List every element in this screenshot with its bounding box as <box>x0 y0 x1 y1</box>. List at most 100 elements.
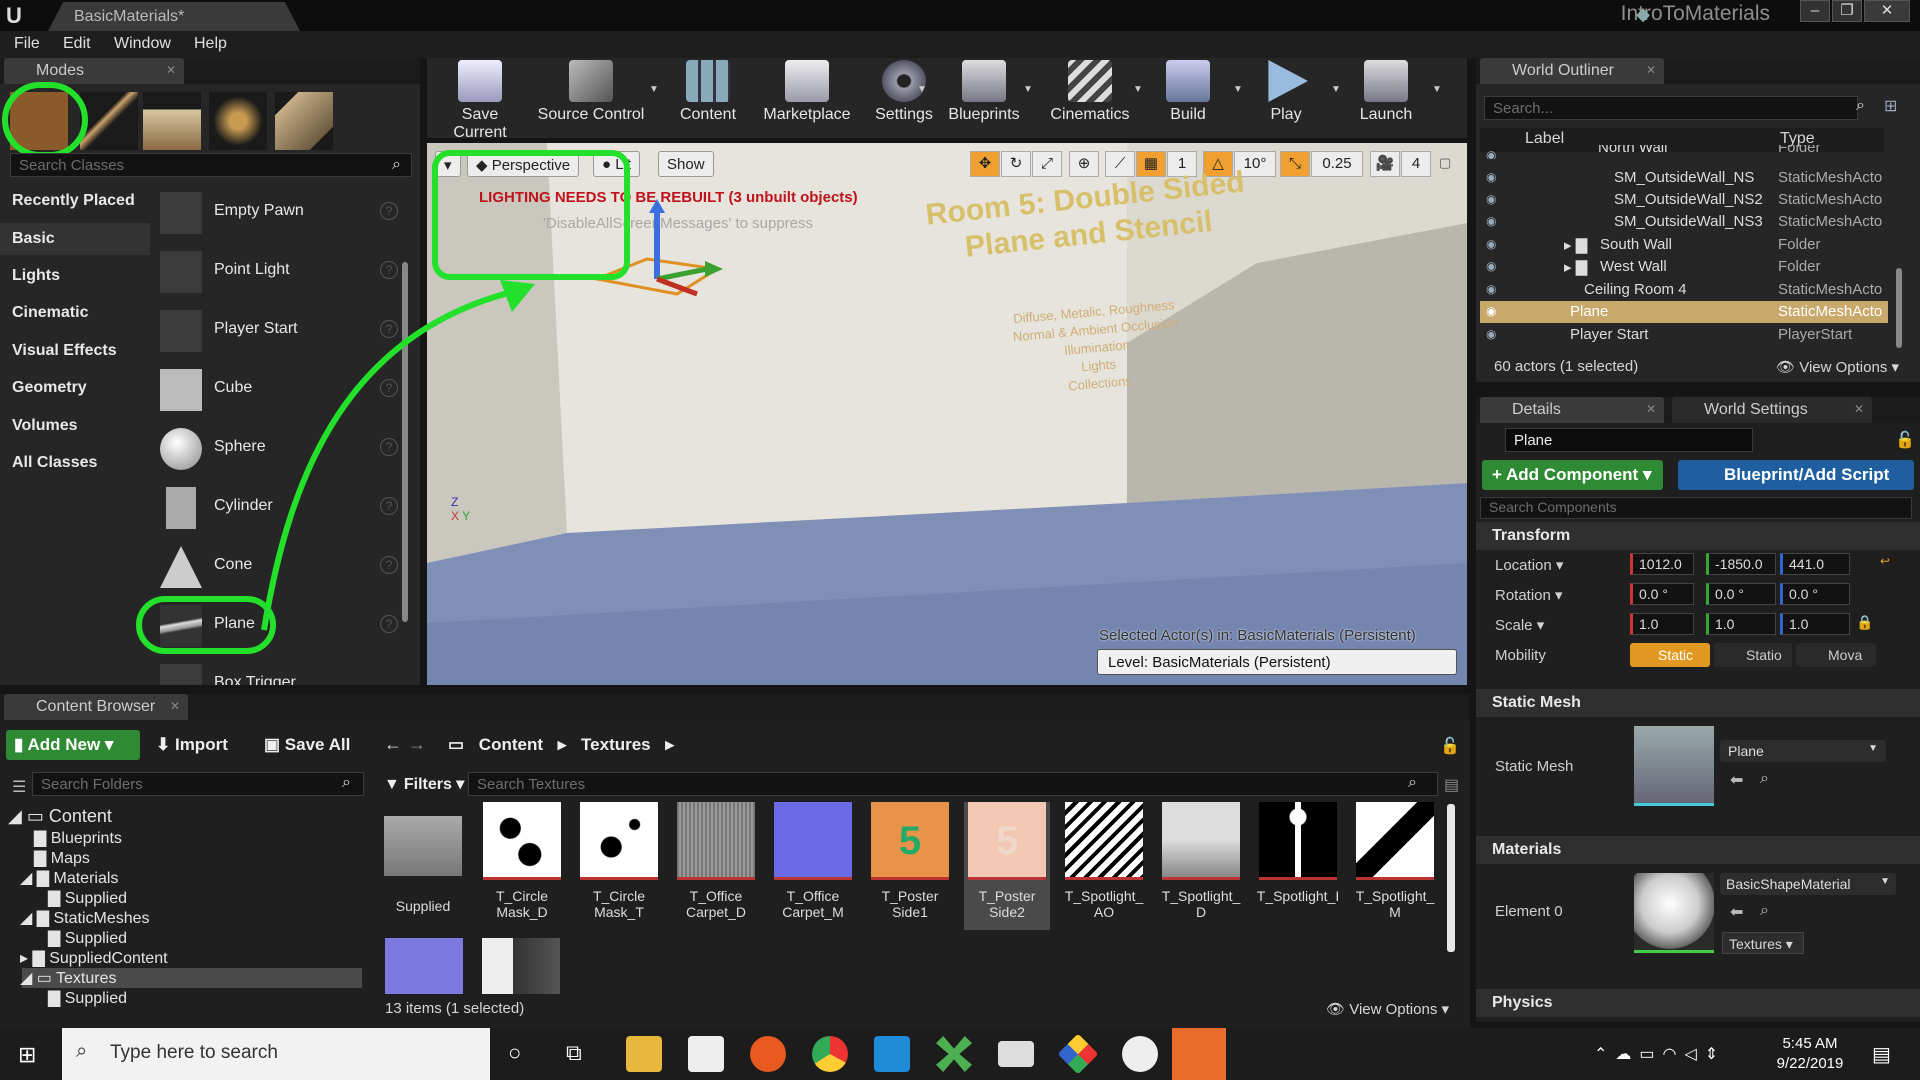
mobility-movable-button[interactable]: Mova <box>1796 643 1876 667</box>
chevron-down-icon[interactable]: ▼ <box>917 84 927 95</box>
asset-tile[interactable]: T_Circle Mask_T <box>576 802 662 930</box>
help-icon[interactable]: ? <box>380 202 398 220</box>
asset-folder-supplied[interactable]: Supplied <box>380 802 466 930</box>
chevron-down-icon[interactable]: ▼ <box>1133 84 1143 95</box>
notification-icon[interactable]: ◆ <box>1636 4 1650 25</box>
add-component-button[interactable]: + Add Component ▾ <box>1482 460 1663 490</box>
content-button[interactable]: Content <box>671 60 745 132</box>
material-thumbnail[interactable] <box>1634 873 1714 953</box>
breadcrumb-content[interactable]: Content <box>479 735 543 754</box>
scale-snap-icon[interactable]: ⤡ <box>1280 151 1310 177</box>
search-folders-input[interactable]: Search Folders <box>32 772 364 796</box>
menu-help[interactable]: Help <box>194 35 227 53</box>
windows-start-icon[interactable]: ⊞ <box>18 1042 36 1068</box>
close-icon[interactable]: ✕ <box>1646 63 1656 77</box>
tree-item-materials[interactable]: ◢ ▇ Materials <box>20 868 118 888</box>
outliner-row[interactable]: ◉ North Wall Folder <box>1480 145 1888 159</box>
play-button[interactable]: Play <box>1258 60 1314 132</box>
static-mesh-thumbnail[interactable] <box>1634 726 1714 806</box>
asset-tile[interactable]: T_Spotlight_ AO <box>1061 802 1147 930</box>
translate-icon[interactable]: ✥ <box>970 151 1000 177</box>
back-icon[interactable]: ← <box>384 734 402 755</box>
category-recently-placed[interactable]: Recently Placed <box>12 192 135 210</box>
scale-x[interactable]: 1.0 <box>1630 613 1694 635</box>
place-item-empty-pawn[interactable]: Empty Pawn? <box>160 185 398 239</box>
eye-icon[interactable]: ◉ <box>1486 148 1504 159</box>
chevron-down-icon[interactable]: ▼ <box>649 84 659 95</box>
eye-icon[interactable]: ◉ <box>1486 192 1504 206</box>
camera-speed-icon[interactable]: 🎥 <box>1370 151 1400 177</box>
search-textures-input[interactable]: Search Textures <box>468 772 1438 796</box>
chevron-down-icon[interactable]: ▼ <box>1331 84 1341 95</box>
build-button[interactable]: Build <box>1157 60 1219 132</box>
search-components-input[interactable]: Search Components <box>1480 497 1912 519</box>
tree-item-suppliedcontent[interactable]: ▸ ▇ SuppliedContent <box>20 948 168 968</box>
outliner-search-input[interactable]: Search... <box>1484 96 1858 120</box>
show-button[interactable]: Show <box>658 151 714 177</box>
category-geometry[interactable]: Geometry <box>12 379 87 397</box>
asset-tile[interactable]: T_Spotlight_ M <box>1352 802 1438 930</box>
materials-section[interactable]: Materials <box>1476 836 1920 864</box>
mail-icon[interactable] <box>998 1041 1034 1067</box>
taskbar-search-box[interactable]: ⌕ Type here to search <box>62 1028 490 1080</box>
asset-tile[interactable]: 5 T_Poster Side1 <box>867 802 953 930</box>
filters-button[interactable]: ▼ Filters ▾ <box>384 774 464 794</box>
close-icon[interactable]: ✕ <box>1646 402 1656 416</box>
outliner-row[interactable]: ◉ Ceiling Room 4 StaticMeshActo <box>1480 279 1888 301</box>
store-icon[interactable] <box>688 1036 724 1072</box>
tree-item-maps[interactable]: ▇ Maps <box>34 848 90 868</box>
outliner-row[interactable]: ◉ SM_OutsideWall_NS3 StaticMeshActo <box>1480 211 1888 233</box>
rotate-icon[interactable]: ↻ <box>1001 151 1031 177</box>
clock[interactable]: 5:45 AM 9/22/2019 <box>1770 1034 1850 1074</box>
chevron-down-icon[interactable]: ▼ <box>1432 84 1442 95</box>
location-x[interactable]: 1012.0 <box>1630 553 1694 575</box>
category-basic[interactable]: Basic <box>12 230 55 248</box>
notification-center-icon[interactable]: ▤ <box>1872 1042 1891 1067</box>
tree-item-blueprints[interactable]: ▇ Blueprints <box>34 828 122 848</box>
maximize-viewport-icon[interactable]: ▢ <box>1439 155 1451 171</box>
scale-z[interactable]: 1.0 <box>1780 613 1850 635</box>
eye-icon[interactable]: ◉ <box>1486 259 1504 273</box>
content-scrollbar[interactable] <box>1447 804 1455 952</box>
search-classes-input[interactable]: Search Classes <box>10 153 412 177</box>
tree-item-supplied[interactable]: ▇ Supplied <box>48 988 127 1008</box>
tree-item-supplied[interactable]: ▇ Supplied <box>48 928 127 948</box>
marketplace-button[interactable]: Marketplace <box>757 60 857 132</box>
transform-section[interactable]: Transform <box>1476 522 1920 550</box>
menu-file[interactable]: File <box>14 35 40 53</box>
world-settings-tab[interactable]: World Settings ✕ <box>1672 397 1872 423</box>
asset-tile[interactable]: T_Spotlight_I <box>1255 802 1341 930</box>
task-view-icon[interactable]: ⧉ <box>566 1040 582 1066</box>
browse-icon[interactable]: ⌕ <box>1760 770 1769 788</box>
close-icon[interactable]: ✕ <box>170 699 180 713</box>
asset-tile[interactable]: T_Spotlight_ D <box>1158 802 1244 930</box>
eye-icon[interactable]: ◉ <box>1486 282 1504 296</box>
world-outliner-tab[interactable]: World Outliner ✕ <box>1480 58 1664 84</box>
restore-button[interactable]: ❐ <box>1832 0 1862 22</box>
cortana-icon[interactable]: ○ <box>508 1040 521 1066</box>
scale-y[interactable]: 1.0 <box>1706 613 1776 635</box>
rotation-label[interactable]: Rotation ▾ <box>1495 586 1563 604</box>
outliner-row[interactable]: ◉ Player Start PlayerStart <box>1480 324 1888 346</box>
level-viewport[interactable]: ▾ ◆ Perspective ● Lit Show ✥ ↻ ⤢ ⊕ ⟋ ▦ 1… <box>427 143 1467 685</box>
lock-icon[interactable]: 🔓 <box>1895 430 1915 450</box>
menu-edit[interactable]: Edit <box>63 35 91 53</box>
file-explorer-icon[interactable] <box>626 1036 662 1072</box>
menu-window[interactable]: Window <box>114 35 171 53</box>
use-selected-icon[interactable]: ⬅ <box>1730 902 1743 922</box>
tree-item-staticmeshes[interactable]: ◢ ▇ StaticMeshes <box>20 908 150 928</box>
outliner-row[interactable]: ◉ ▸ ▇ West Wall Folder <box>1480 256 1888 278</box>
asset-tile[interactable]: T_Office Carpet_M <box>770 802 856 930</box>
save-current-button[interactable]: Save Current <box>433 60 527 141</box>
physics-section[interactable]: Physics <box>1476 989 1920 1017</box>
breadcrumb-textures[interactable]: Textures <box>581 735 651 754</box>
add-actor-icon[interactable]: ⊞ <box>1884 96 1897 116</box>
asset-tile[interactable]: T_Circle Mask_D <box>479 802 565 930</box>
source-control-button[interactable]: Source Control <box>535 60 647 132</box>
chrome-icon[interactable] <box>812 1036 848 1072</box>
modes-tab[interactable]: Modes ✕ <box>4 58 184 84</box>
minimize-button[interactable]: – <box>1800 0 1830 22</box>
geometry-mode-icon[interactable] <box>275 92 333 150</box>
asset-tile[interactable] <box>385 938 463 994</box>
tree-item-content[interactable]: ◢ ▭ Content <box>8 806 112 827</box>
